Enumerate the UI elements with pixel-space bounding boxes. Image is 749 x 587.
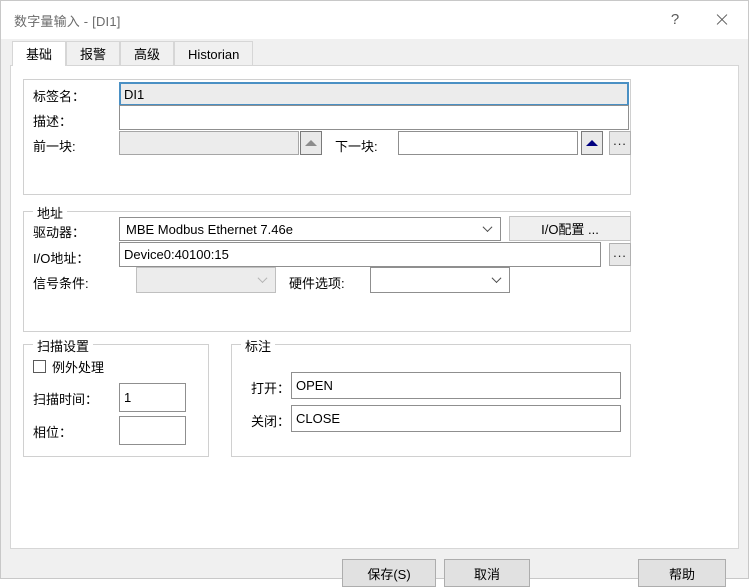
save-button[interactable]: 保存(S) (342, 559, 436, 587)
tag-name-input[interactable]: DI1 (119, 82, 629, 106)
io-config-button[interactable]: I/O配置 ... (509, 216, 631, 241)
scan-time-input[interactable]: 1 (119, 383, 186, 412)
window-title: 数字量输入 - [DI1] (14, 13, 121, 29)
close-icon (715, 13, 728, 26)
address-group-legend: 地址 (33, 203, 68, 222)
hardware-options-combobox[interactable] (370, 267, 510, 293)
checkbox-box-icon (33, 360, 46, 373)
previous-block-input[interactable] (119, 131, 299, 155)
help-button[interactable]: ? (652, 4, 698, 34)
open-label: 打开： (251, 381, 291, 396)
titlebar-buttons: ? (652, 4, 744, 34)
chevron-down-icon (259, 275, 268, 284)
close-input[interactable]: CLOSE (291, 405, 621, 432)
signal-condition-combobox[interactable] (136, 267, 276, 293)
scan-settings-group-legend: 扫描设置 (33, 336, 94, 355)
open-input[interactable]: OPEN (291, 372, 621, 399)
close-button[interactable] (698, 4, 744, 34)
tab-panel-basic: 标签名： DI1 描述： 前一块: 下一块: ... 地址 驱动器： MBE M… (10, 65, 739, 549)
scan-time-label: 扫描时间： (33, 392, 99, 407)
next-block-browse-button[interactable]: ... (609, 131, 631, 155)
next-block-spinner-button[interactable] (581, 131, 603, 155)
tag-name-label: 标签名： (33, 89, 86, 104)
annotation-group: 标注 (231, 336, 631, 457)
exception-handling-label: 例外处理 (52, 360, 105, 375)
phase-input[interactable] (119, 416, 186, 445)
triangle-up-icon (586, 140, 598, 146)
cancel-button[interactable]: 取消 (444, 559, 530, 587)
driver-combobox[interactable]: MBE Modbus Ethernet 7.46e (119, 217, 501, 241)
tab-basic[interactable]: 基础 (12, 41, 67, 66)
signal-condition-label: 信号条件: (33, 276, 89, 291)
tab-alarm[interactable]: 报警 (66, 41, 121, 66)
previous-block-spinner-button[interactable] (300, 131, 322, 155)
help-footer-button[interactable]: 帮助 (638, 559, 726, 587)
title-bar: 数字量输入 - [DI1] ? (1, 1, 748, 39)
tab-historian[interactable]: Historian (174, 41, 254, 66)
exception-handling-checkbox[interactable]: 例外处理 (33, 357, 104, 376)
chevron-down-icon (493, 275, 502, 284)
driver-label: 驱动器： (33, 225, 86, 240)
description-label: 描述： (33, 114, 73, 129)
annotation-group-legend: 标注 (241, 336, 276, 355)
io-address-browse-button[interactable]: ... (609, 243, 631, 266)
dialog-footer: 保存(S) 取消 帮助 (1, 549, 748, 587)
driver-combobox-value: MBE Modbus Ethernet 7.46e (126, 221, 293, 237)
dialog-window: 数字量输入 - [DI1] ? 基础 报警 高级 Historian 标签名： … (0, 0, 749, 587)
io-address-input[interactable]: Device0:40100:15 (119, 242, 601, 267)
hardware-options-label: 硬件选项: (289, 276, 345, 291)
chevron-down-icon (484, 224, 493, 233)
close-label: 关闭： (251, 414, 291, 429)
description-input[interactable] (119, 105, 629, 130)
previous-block-label: 前一块: (33, 139, 76, 154)
next-block-input[interactable] (398, 131, 578, 155)
question-mark-icon: ? (670, 10, 680, 28)
io-address-label: I/O地址： (33, 251, 90, 266)
phase-label: 相位： (33, 425, 73, 440)
triangle-up-icon (305, 140, 317, 146)
tab-strip: 基础 报警 高级 Historian (1, 39, 748, 66)
tab-advanced[interactable]: 高级 (120, 41, 175, 66)
next-block-label: 下一块: (335, 139, 378, 154)
